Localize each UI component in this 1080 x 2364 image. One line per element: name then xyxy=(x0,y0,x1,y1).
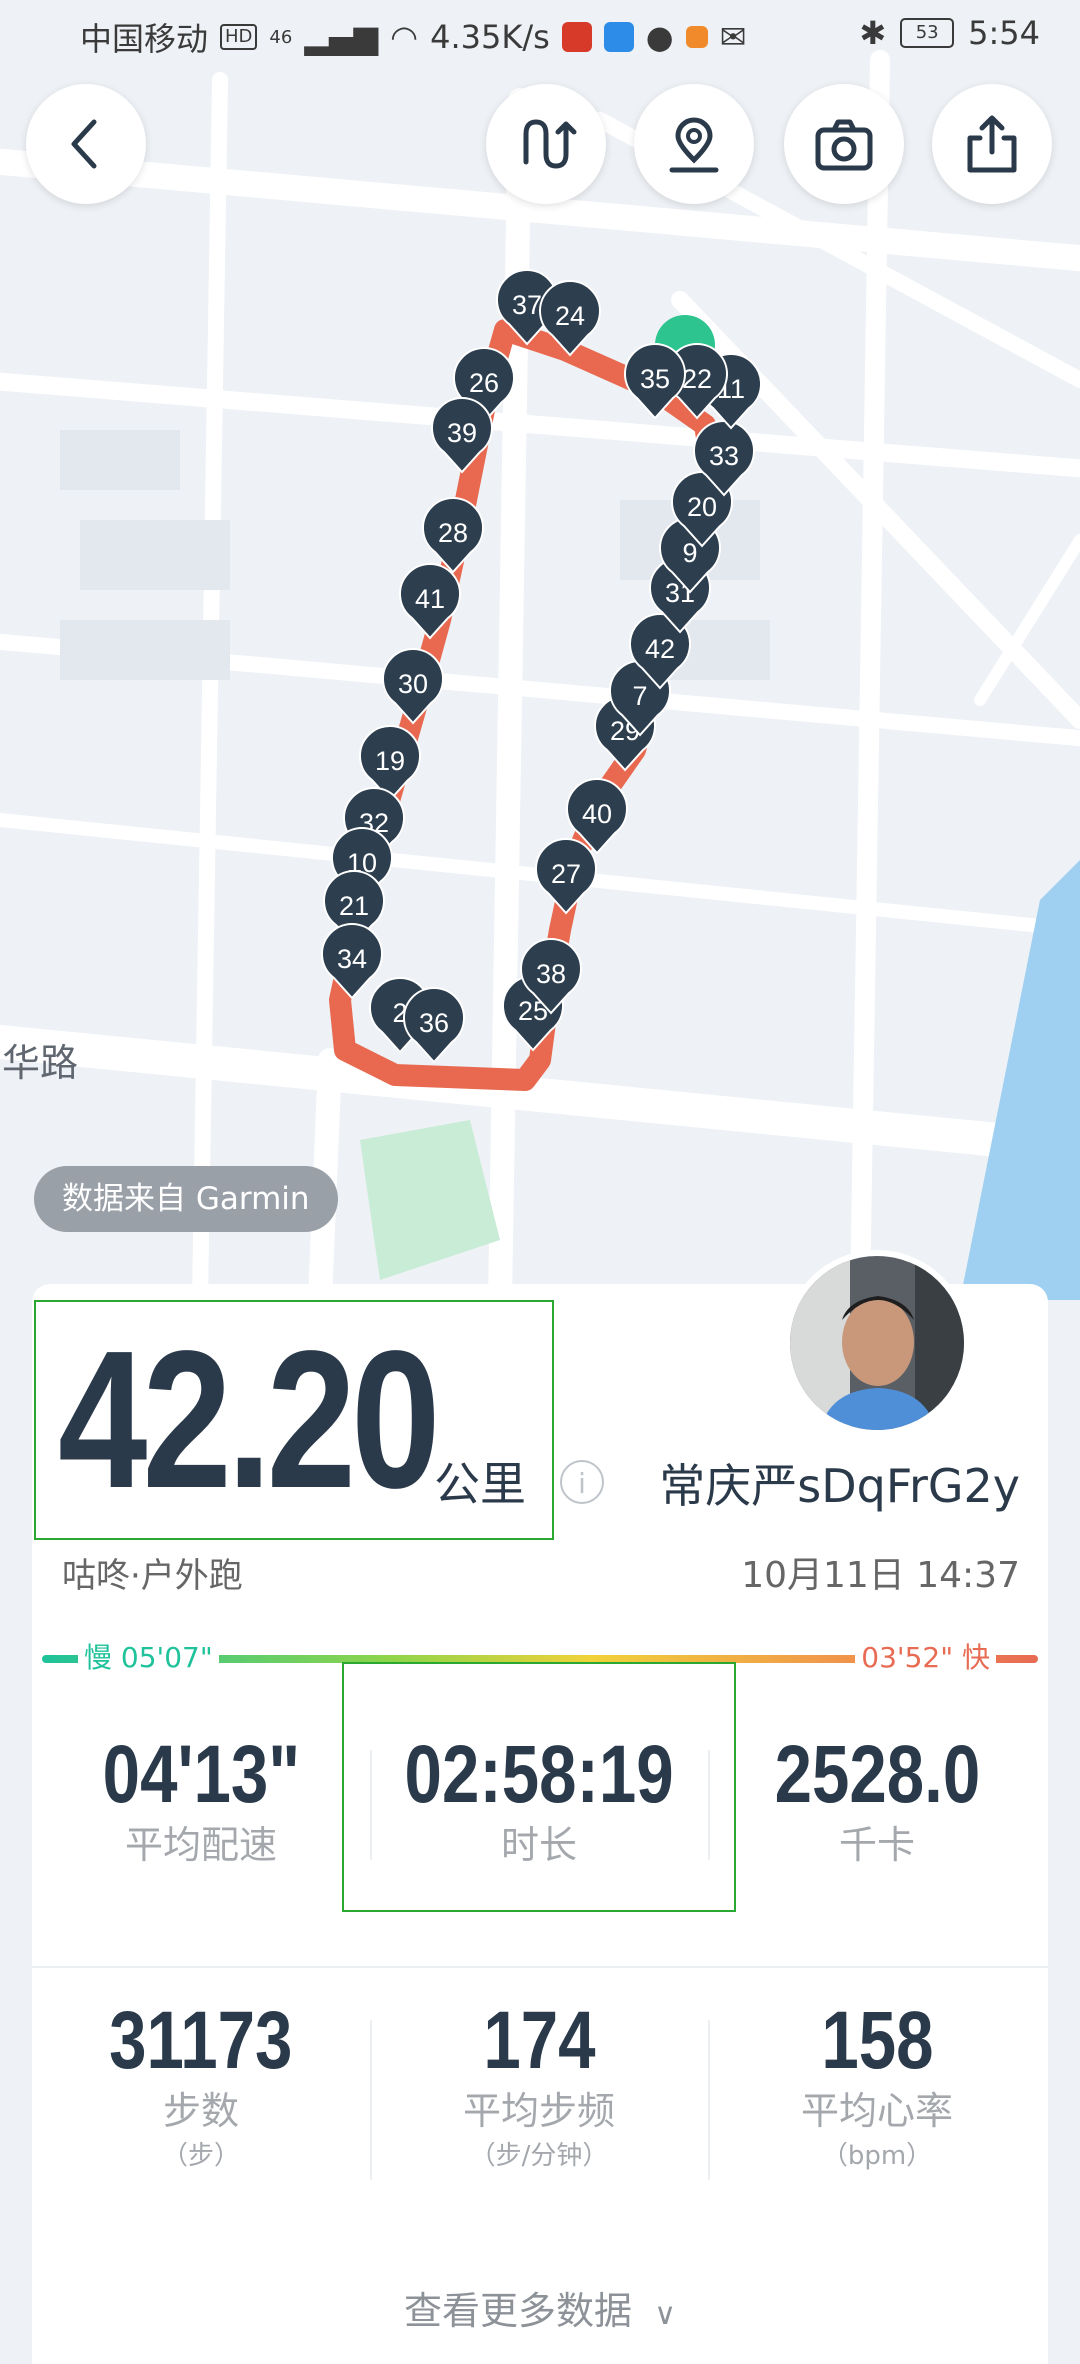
km-marker-label: 35 xyxy=(640,364,670,394)
divider xyxy=(708,2020,710,2180)
km-marker-label: 34 xyxy=(337,944,367,974)
route-button[interactable] xyxy=(486,84,606,204)
sport-type: 咕咚·户外跑 xyxy=(62,1556,243,1596)
distance-value: 42.20 xyxy=(58,1310,441,1529)
username: 常庆严sDqFrG2y xyxy=(659,1459,1020,1513)
divider xyxy=(370,2020,372,2180)
wifi-icon: ◠ xyxy=(390,18,419,56)
km-marker-label: 27 xyxy=(551,859,581,889)
chevron-down-icon: ∨ xyxy=(654,2297,677,2332)
divider xyxy=(32,1966,1048,1968)
km-marker-label: 9 xyxy=(682,538,697,568)
message-icon: ● xyxy=(645,18,674,56)
stat-unit: （bpm） xyxy=(821,2141,933,2171)
app-icon-location xyxy=(603,22,634,52)
km-marker-label: 33 xyxy=(709,441,739,471)
divider xyxy=(370,1750,372,1860)
km-marker-label: 24 xyxy=(555,301,585,331)
km-marker-label: 30 xyxy=(398,669,428,699)
km-marker-label: 21 xyxy=(339,891,369,921)
share-icon xyxy=(967,115,1017,173)
km-marker[interactable]: 34 xyxy=(321,923,383,1000)
bluetooth-icon: ✱ xyxy=(859,14,887,52)
road-label: 华路 xyxy=(2,1041,79,1085)
stat-duration: 02:58:19 时长 xyxy=(370,1730,708,1870)
stat-avg-pace: 04'13" 平均配速 xyxy=(32,1730,370,1870)
camera-button[interactable] xyxy=(784,84,904,204)
km-marker-label: 19 xyxy=(375,746,405,776)
km-marker-label: 42 xyxy=(645,634,675,664)
info-icon[interactable]: i xyxy=(560,1460,604,1504)
km-marker-label: 22 xyxy=(682,364,712,394)
km-marker-label: 20 xyxy=(687,492,717,522)
stat-value: 2528.0 xyxy=(774,1729,980,1820)
share-button[interactable] xyxy=(932,84,1052,204)
stat-steps: 31173 步数 （步） xyxy=(32,1996,370,2176)
stat-label: 时长 xyxy=(500,1823,577,1867)
status-bar: 中国移动 HD 46 ▂▄▆ ◠ 4.35K/s ● ✉ ✱ 53 5:54 xyxy=(0,0,1080,72)
km-marker-label: 36 xyxy=(419,1008,449,1038)
route-icon xyxy=(523,119,577,169)
app-icon-reader xyxy=(685,26,708,48)
clock: 5:54 xyxy=(968,14,1040,52)
hd-badge: HD xyxy=(220,24,258,50)
wechat-icon: ✉ xyxy=(719,18,747,56)
stat-label: 千卡 xyxy=(838,1823,915,1867)
stat-label: 平均心率 xyxy=(800,2089,953,2133)
view-more-data-button[interactable]: 查看更多数据 ∨ xyxy=(0,2280,1080,2335)
km-marker[interactable]: 41 xyxy=(399,563,461,640)
stat-label: 平均步频 xyxy=(462,2089,615,2133)
app-icon-taobao xyxy=(561,22,592,52)
network-label: 46 xyxy=(269,26,293,48)
carrier-label: 中国移动 xyxy=(80,20,209,58)
user-photo xyxy=(790,1256,964,1430)
stat-calories: 2528.0 千卡 xyxy=(708,1730,1046,1870)
stat-value: 158 xyxy=(820,1995,934,2086)
stat-value: 31173 xyxy=(109,1995,293,2086)
km-marker-label: 41 xyxy=(415,584,445,614)
stat-label: 平均配速 xyxy=(124,1823,277,1867)
km-marker-label: 39 xyxy=(447,418,477,448)
stat-value: 174 xyxy=(482,1995,596,2086)
km-marker[interactable]: 36 xyxy=(403,987,465,1064)
pace-fast-label: 03'52" 快 xyxy=(855,1636,996,1676)
stat-unit: （步/分钟） xyxy=(469,2141,609,2171)
avatar[interactable] xyxy=(784,1250,970,1436)
km-marker-label: 28 xyxy=(438,518,468,548)
signal-icon: ▂▄▆ xyxy=(304,18,379,56)
km-marker-label: 40 xyxy=(582,799,612,829)
location-button[interactable] xyxy=(634,84,754,204)
km-marker-label: 7 xyxy=(632,681,647,711)
stat-label: 步数 xyxy=(162,2089,239,2133)
back-button[interactable] xyxy=(26,84,146,204)
pace-slow-label: 慢 05'07" xyxy=(78,1636,219,1676)
km-marker[interactable]: 28 xyxy=(422,497,484,574)
activity-datetime: 10月11日 14:37 xyxy=(741,1555,1020,1596)
km-marker[interactable]: 27 xyxy=(535,838,597,915)
km-marker-label: 26 xyxy=(469,368,499,398)
stat-value: 04'13" xyxy=(102,1729,300,1820)
back-arrow-icon xyxy=(71,119,97,169)
divider xyxy=(708,1750,710,1860)
view-more-label: 查看更多数据 xyxy=(403,2289,632,2333)
stat-unit: （步） xyxy=(161,2141,240,2171)
distance-unit: 公里 xyxy=(434,1457,526,1511)
camera-icon xyxy=(815,119,873,171)
stat-cadence: 174 平均步频 （步/分钟） xyxy=(370,1996,708,2176)
battery-icon: 53 xyxy=(900,18,955,48)
stat-heart-rate: 158 平均心率 （bpm） xyxy=(708,1996,1046,2176)
km-marker-label: 37 xyxy=(512,290,542,320)
km-marker[interactable]: 30 xyxy=(382,648,444,725)
stat-value: 02:58:19 xyxy=(404,1729,674,1820)
map-park xyxy=(360,1120,500,1280)
km-marker-label: 38 xyxy=(536,959,566,989)
location-pin-icon xyxy=(669,117,719,173)
net-speed: 4.35K/s xyxy=(430,18,550,56)
data-source-badge: 数据来自 Garmin xyxy=(34,1166,338,1232)
